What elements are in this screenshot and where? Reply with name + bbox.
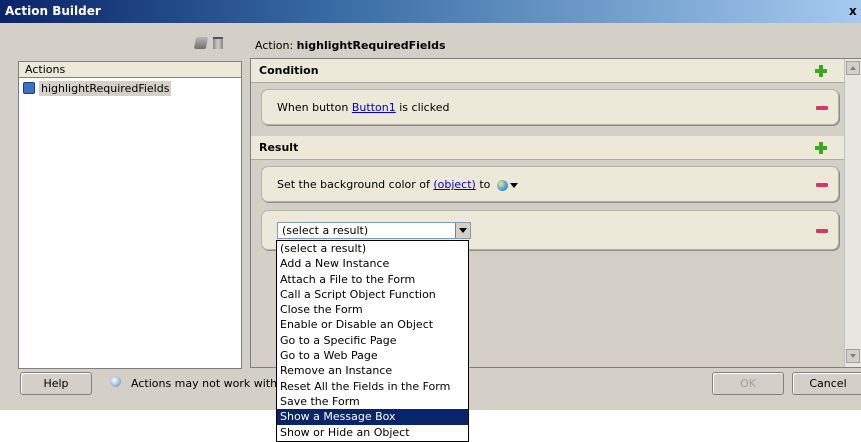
button1-link[interactable]: Button1 (352, 101, 396, 114)
result-select[interactable]: (select a result) (277, 222, 471, 239)
chevron-down-icon[interactable] (455, 223, 470, 238)
add-condition-icon[interactable] (815, 65, 827, 77)
close-icon[interactable]: x (849, 0, 859, 23)
list-item-action[interactable]: highlightRequiredFields (23, 81, 172, 97)
condition-card: When button Button1 is clicked (261, 89, 839, 125)
actions-list-header: Actions (19, 62, 241, 78)
result-background-text: Set the background color of (object) to (277, 177, 518, 193)
dropdown-option[interactable]: Enable or Disable an Object (277, 317, 468, 332)
object-link[interactable]: (object) (433, 178, 475, 191)
help-button[interactable]: Help (20, 372, 92, 395)
dropdown-option[interactable]: Call a Script Object Function (277, 287, 468, 302)
result-text-before: Set the background color of (277, 178, 434, 191)
color-picker-icon[interactable] (496, 179, 508, 191)
dropdown-option[interactable]: Attach a File to the Form (277, 272, 468, 287)
dropdown-option[interactable]: Save the Form (277, 394, 468, 409)
condition-text-after: is clicked (395, 101, 450, 114)
result-header-label: Result (259, 141, 299, 154)
cancel-button[interactable]: Cancel (792, 372, 861, 395)
vertical-scrollbar[interactable] (844, 59, 861, 367)
action-title-name: highlightRequiredFields (296, 39, 446, 52)
scroll-down-icon[interactable] (846, 349, 860, 363)
remove-result-icon[interactable] (816, 229, 828, 233)
ok-button[interactable]: OK (712, 372, 784, 395)
action-script-icon (23, 82, 35, 94)
dropdown-option[interactable]: Show a Message Box (277, 409, 468, 425)
dropdown-option[interactable]: Go to a Web Page (277, 348, 468, 363)
result-dropdown-list[interactable]: (select a result) Add a New Instance Att… (276, 240, 469, 442)
delete-action-icon[interactable] (213, 37, 223, 49)
condition-text: When button Button1 is clicked (277, 100, 449, 116)
condition-header-label: Condition (259, 64, 319, 77)
action-title: Action: highlightRequiredFields (255, 38, 446, 54)
condition-text-before: When button (277, 101, 352, 114)
action-item-label: highlightRequiredFields (39, 81, 172, 96)
window-title: Action Builder (5, 4, 101, 18)
condition-header: Condition (251, 59, 845, 83)
result-select-value: (select a result) (282, 224, 369, 237)
add-result-icon[interactable] (815, 142, 827, 154)
scroll-up-icon[interactable] (846, 61, 860, 75)
dropdown-option[interactable]: Remove an Instance (277, 363, 468, 378)
info-icon (110, 376, 121, 387)
result-text-after: to (475, 178, 491, 191)
dropdown-option[interactable]: Go to a Specific Page (277, 333, 468, 348)
dropdown-option[interactable]: Close the Form (277, 302, 468, 317)
dropdown-option[interactable]: (select a result) (277, 241, 468, 256)
chevron-down-icon[interactable] (509, 182, 518, 188)
remove-condition-icon[interactable] (816, 106, 828, 110)
dropdown-option[interactable]: Reset All the Fields in the Form (277, 379, 468, 394)
action-title-prefix: Action: (255, 39, 297, 52)
actions-list-panel: Actions highlightRequiredFields (18, 61, 242, 369)
new-action-icon[interactable] (193, 37, 209, 49)
result-card-background: Set the background color of (object) to (261, 166, 839, 202)
remove-result-icon[interactable] (816, 183, 828, 187)
dropdown-option[interactable]: Add a New Instance (277, 256, 468, 271)
result-header: Result (251, 136, 845, 160)
actions-toolbar (193, 37, 235, 51)
dropdown-option[interactable]: Show or Hide an Object (277, 425, 468, 440)
title-bar: Action Builder (0, 0, 861, 23)
